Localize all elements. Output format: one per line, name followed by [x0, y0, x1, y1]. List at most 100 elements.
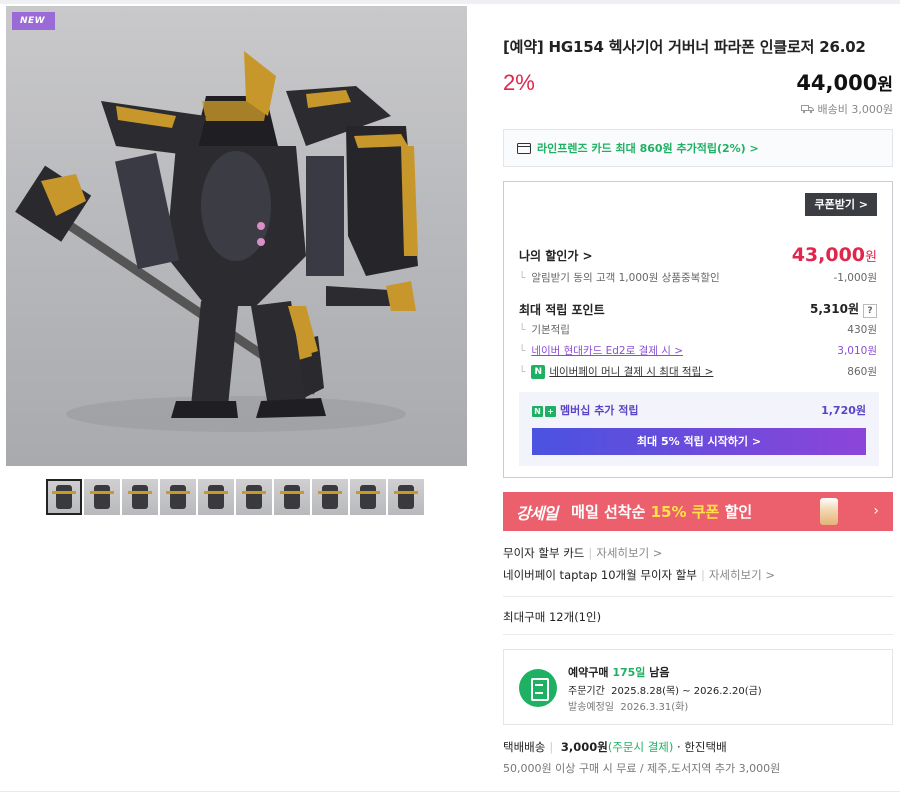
- thumbnail-9[interactable]: [350, 479, 386, 515]
- basic-points-label: └ 기본적립: [519, 322, 570, 337]
- promo-banner[interactable]: 강세일 매일 선착순 15% 쿠폰 할인 ›: [503, 492, 893, 531]
- divider: [503, 634, 893, 635]
- thumbnail-strip: [46, 479, 424, 515]
- banner-highlight: 15% 쿠폰: [650, 503, 720, 521]
- installment-card-label: 무이자 할부 카드: [503, 546, 585, 560]
- installment-npay-more-link[interactable]: 자세히보기 >: [709, 568, 775, 582]
- card-promo-text: 라인프렌즈 카드 최대 860원 추가적립(2%) >: [537, 142, 759, 155]
- ship-date: 발송예정일 2026.3.31(화): [568, 698, 688, 713]
- thumbnail-8[interactable]: [312, 479, 348, 515]
- points-label: 최대 적립 포인트: [519, 302, 605, 317]
- banner-text-before: 매일 선착순: [571, 503, 651, 521]
- npay-points-link[interactable]: 네이버페이 머니 결제 시 최대 적립 >: [549, 366, 713, 378]
- npay-points-value: 860원: [847, 366, 877, 378]
- price-value: 44,000: [796, 71, 878, 95]
- installment-npay-row: 네이버페이 taptap 10개월 무이자 할부 | 자세히보기 >: [503, 567, 775, 583]
- branch-icon: └: [519, 345, 526, 357]
- points-row: 최대 적립 포인트 5,310원?: [519, 300, 877, 318]
- price-unit: 원: [877, 75, 893, 95]
- delivery-fee-note: (주문시 결제): [607, 740, 674, 754]
- preorder-box: 예약구매 175일 남음 주문기간 2025.8.28(목) ~ 2026.2.…: [503, 649, 893, 725]
- separator: |: [588, 546, 593, 560]
- ship-date-label: 발송예정일: [568, 702, 614, 713]
- branch-icon: └: [519, 324, 526, 336]
- shipping-fee-text: 배송비 3,000원: [817, 103, 893, 116]
- order-period: 주문기간 2025.8.28(목) ~ 2026.2.20(금): [568, 682, 762, 697]
- banner-logo: 강세일: [516, 503, 558, 523]
- preorder-days: 175일: [612, 666, 646, 679]
- membership-start-button[interactable]: 최대 5% 적립 시작하기 >: [532, 428, 866, 455]
- bottom-divider: [0, 791, 900, 792]
- top-divider: [0, 0, 900, 4]
- basic-points-value: 430원: [847, 324, 877, 336]
- thumbnail-1[interactable]: [46, 479, 82, 515]
- product-main-image[interactable]: NEW: [6, 6, 467, 466]
- credit-card-icon: [517, 142, 531, 154]
- coupon-note-text: 알림받기 동의 고객 1,000원 상품중복할인: [531, 272, 720, 284]
- max-purchase: 최대구매 12개(1인): [503, 610, 602, 624]
- product-title: [예약] HG154 헥사기어 거버너 파라폰 인클로저 26.02: [503, 38, 866, 56]
- ship-date-value: 2026.3.31(화): [620, 702, 689, 713]
- my-price: 43,000원: [792, 244, 877, 266]
- npay-icon: N: [531, 365, 546, 379]
- thumbnail-5[interactable]: [198, 479, 234, 515]
- my-price-value: 43,000: [791, 244, 866, 266]
- order-period-value: 2025.8.28(목) ~ 2026.2.20(금): [611, 686, 762, 697]
- coupon-note: └ 알림받기 동의 고객 1,000원 상품중복할인: [519, 270, 720, 285]
- preorder-title: 예약구매 175일 남음: [568, 664, 669, 680]
- thumbnail-3[interactable]: [122, 479, 158, 515]
- membership-box: N + 멤버십 추가 적립 1,720원 최대 5% 적립 시작하기 >: [519, 392, 879, 466]
- points-help-button[interactable]: ?: [863, 304, 877, 318]
- banner-text-after: 할인: [719, 503, 753, 521]
- truck-icon: [800, 105, 814, 114]
- banner-product-image: [820, 498, 838, 525]
- naver-plus-icon: N +: [532, 405, 556, 417]
- my-price-label[interactable]: 나의 할인가 >: [519, 247, 593, 264]
- points-total: 5,310원?: [810, 300, 877, 318]
- preorder-title-prefix: 예약구매: [568, 666, 613, 679]
- shipping-fee: 배송비 3,000원: [800, 101, 893, 117]
- card-points-label: └ 네이버 현대카드 Ed2로 결제 시 >: [519, 343, 683, 358]
- card-points-row: └ 네이버 현대카드 Ed2로 결제 시 > 3,010원: [519, 343, 877, 358]
- free-shipping-note: 50,000원 이상 구매 시 무료 / 제주,도서지역 추가 3,000원: [503, 762, 781, 775]
- separator: |: [700, 568, 705, 582]
- card-points-link[interactable]: 네이버 현대카드 Ed2로 결제 시 >: [531, 345, 683, 357]
- card-promo-box[interactable]: 라인프렌즈 카드 최대 860원 추가적립(2%) >: [503, 129, 893, 167]
- clipboard-icon: [519, 669, 557, 707]
- preorder-title-suffix: 남음: [645, 666, 670, 679]
- separator: |: [549, 740, 554, 754]
- my-price-unit: 원: [865, 250, 877, 265]
- thumbnail-6[interactable]: [236, 479, 272, 515]
- coupon-amount: -1,000원: [833, 272, 877, 284]
- thumbnail-2[interactable]: [84, 479, 120, 515]
- installment-npay-label: 네이버페이 taptap 10개월 무이자 할부: [503, 568, 697, 582]
- product-price: 44,000원: [796, 70, 893, 95]
- order-period-label: 주문기간: [568, 686, 605, 697]
- points-total-value: 5,310원: [810, 302, 859, 316]
- thumbnail-10[interactable]: [388, 479, 424, 515]
- npay-points-label: └ N 네이버페이 머니 결제 시 최대 적립 >: [519, 364, 713, 379]
- delivery-carrier: · 한진택배: [677, 740, 727, 754]
- my-price-row: 나의 할인가 > 43,000원: [519, 244, 877, 266]
- basic-points-text: 기본적립: [531, 324, 570, 336]
- thumbnail-4[interactable]: [160, 479, 196, 515]
- installment-card-row: 무이자 할부 카드 | 자세히보기 >: [503, 545, 662, 561]
- installment-card-more-link[interactable]: 자세히보기 >: [596, 546, 662, 560]
- get-coupon-button[interactable]: 쿠폰받기 >: [805, 193, 877, 216]
- branch-icon: └: [519, 272, 526, 284]
- banner-text: 매일 선착순 15% 쿠폰 할인: [571, 501, 752, 522]
- benefit-box: 쿠폰받기 > 나의 할인가 > 43,000원 └ 알림받기 동의 고객 1,00…: [503, 181, 893, 478]
- membership-value: 1,720원: [821, 404, 866, 417]
- card-points-value: 3,010원: [837, 345, 877, 357]
- robot-figure-illustration: [15, 51, 418, 432]
- basic-points-row: └ 기본적립 430원: [519, 322, 877, 337]
- delivery-fee: 3,000원: [560, 740, 608, 754]
- delivery-row: 택배배송 | 3,000원(주문시 결제) · 한진택배: [503, 739, 727, 755]
- discount-rate: 2%: [503, 70, 535, 95]
- branch-icon: └: [519, 366, 526, 378]
- thumbnail-7[interactable]: [274, 479, 310, 515]
- new-badge: NEW: [12, 12, 55, 30]
- chevron-right-icon: ›: [873, 503, 879, 519]
- coupon-note-row: └ 알림받기 동의 고객 1,000원 상품중복할인 -1,000원: [519, 270, 877, 285]
- membership-label-text: 멤버십 추가 적립: [560, 404, 639, 417]
